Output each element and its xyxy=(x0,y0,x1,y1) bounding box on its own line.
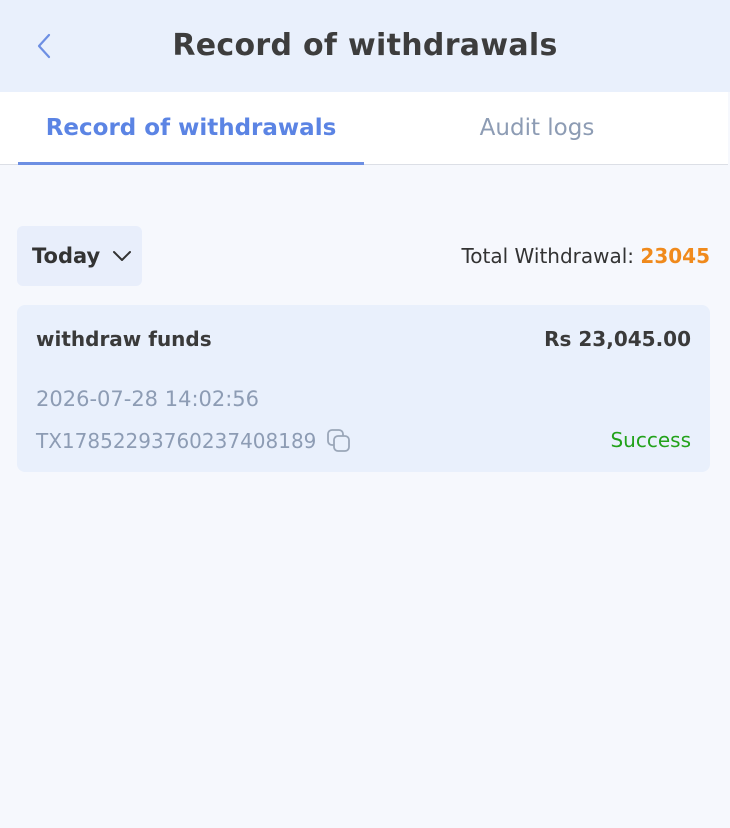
chevron-down-icon xyxy=(112,250,132,262)
record-title: withdraw funds xyxy=(36,327,212,351)
tab-audit-logs[interactable]: Audit logs xyxy=(364,92,710,164)
date-filter-label: Today xyxy=(32,244,101,268)
page-title: Record of withdrawals xyxy=(172,28,558,63)
record-txid: TX17852293760237408189 xyxy=(36,429,317,453)
total-withdrawal: Total Withdrawal: 23045 xyxy=(461,240,710,272)
record-txid-row: TX17852293760237408189 xyxy=(36,428,352,454)
tab-bar: Record of withdrawals Audit logs xyxy=(0,92,728,165)
total-withdrawal-label: Total Withdrawal: xyxy=(461,244,635,268)
active-tab-indicator xyxy=(18,162,364,165)
date-filter-dropdown[interactable]: Today xyxy=(17,226,142,286)
record-datetime: 2026-07-28 14:02:56 xyxy=(36,387,260,411)
copy-icon[interactable] xyxy=(326,428,352,454)
tab-record-of-withdrawals[interactable]: Record of withdrawals xyxy=(18,92,364,165)
page-header: Record of withdrawals xyxy=(0,0,730,92)
record-amount: Rs 23,045.00 xyxy=(544,327,691,351)
total-withdrawal-value: 23045 xyxy=(640,244,710,268)
withdrawal-record-card: withdraw funds Rs 23,045.00 2026-07-28 1… xyxy=(17,305,710,472)
tab-label: Record of withdrawals xyxy=(45,115,337,141)
tab-label: Audit logs xyxy=(479,115,595,141)
status-badge: Success xyxy=(610,428,691,452)
